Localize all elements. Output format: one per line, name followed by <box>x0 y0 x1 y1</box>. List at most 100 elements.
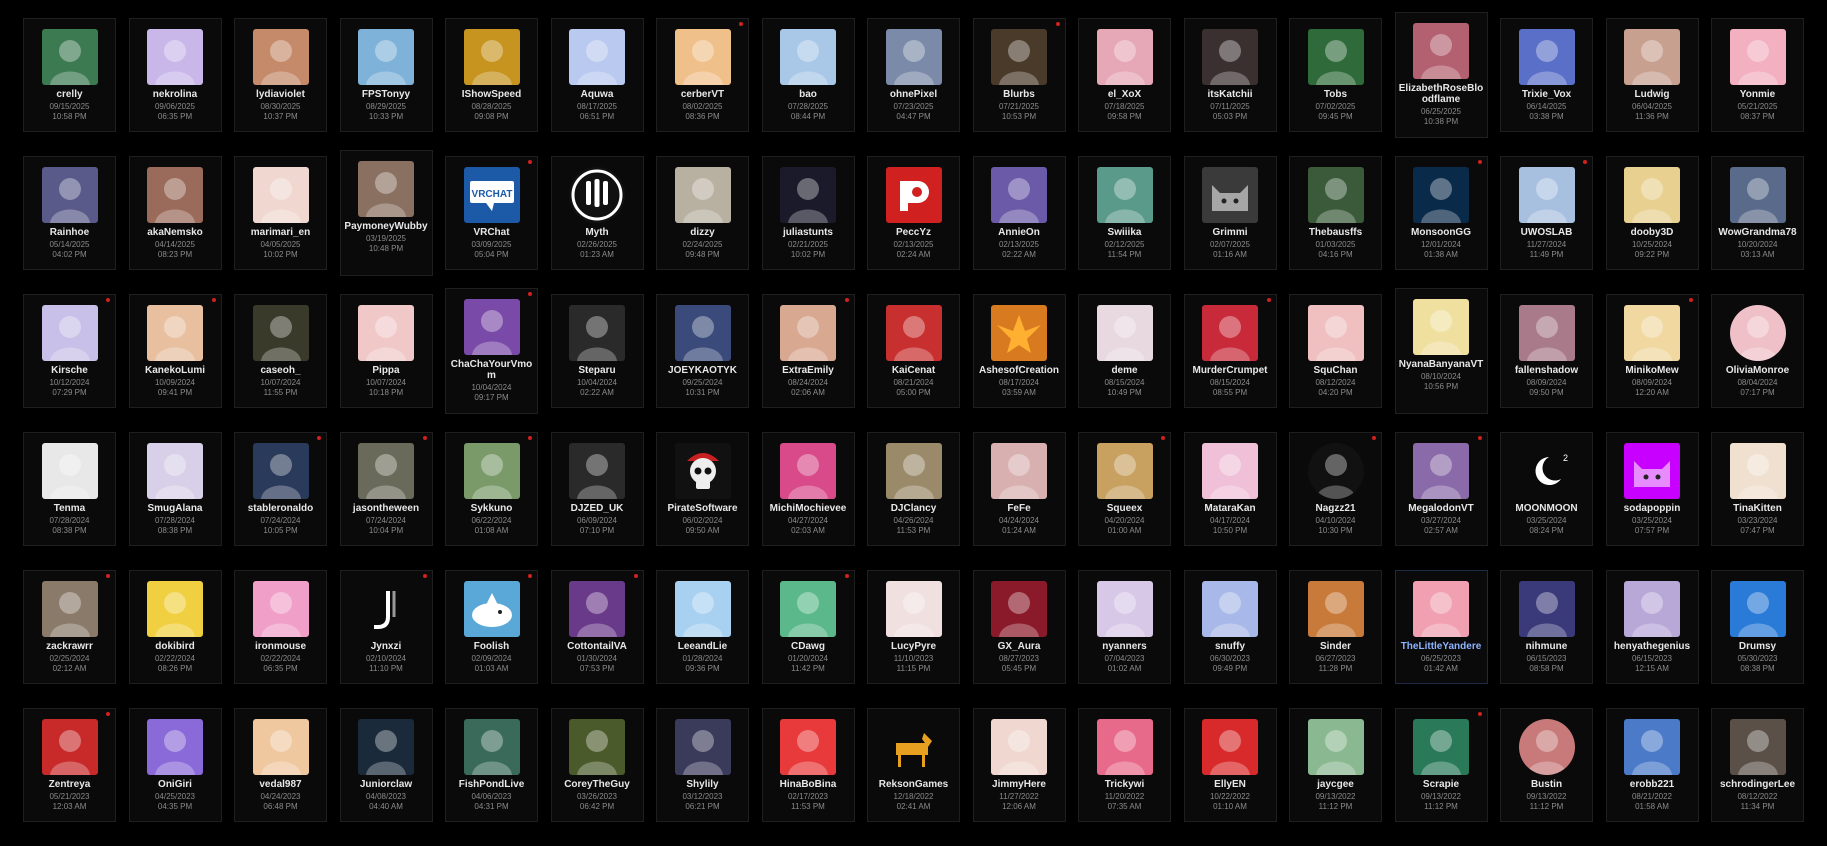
channel-avatar[interactable] <box>780 167 836 223</box>
channel-avatar[interactable] <box>252 719 309 775</box>
channel-card[interactable]: Sykkuno 06/22/2024 01:08 AM <box>445 432 538 546</box>
channel-name[interactable]: Myth <box>553 227 641 238</box>
channel-name[interactable]: IShowSpeed <box>448 89 536 100</box>
channel-name[interactable]: ExtraEmily <box>764 365 852 376</box>
channel-avatar[interactable] <box>1096 443 1153 499</box>
channel-card[interactable]: lydiaviolet 08/30/2025 10:37 PM <box>234 18 327 132</box>
channel-card[interactable]: MegalodonVT 03/27/2024 02:57 AM <box>1394 432 1488 546</box>
channel-card[interactable]: itsKatchii 07/11/2025 05:03 PM <box>1183 18 1277 132</box>
channel-name[interactable]: Kirsche <box>26 365 114 376</box>
channel-name[interactable]: GX_Aura <box>975 641 1063 652</box>
channel-card[interactable]: sodapoppin 03/25/2024 07:57 PM <box>1605 432 1699 546</box>
channel-name[interactable]: FishPondLive <box>448 779 536 790</box>
channel-avatar[interactable] <box>147 305 203 361</box>
channel-avatar[interactable] <box>569 581 625 637</box>
channel-name[interactable]: JOEYKAOTYK <box>659 365 747 376</box>
channel-name[interactable]: MurderCrumpet <box>1186 365 1274 376</box>
channel-avatar[interactable] <box>252 305 309 361</box>
channel-name[interactable]: OliviaMonroe <box>1714 365 1802 376</box>
channel-card[interactable]: Tobs 07/02/2025 09:45 PM <box>1289 18 1382 132</box>
channel-card[interactable]: Trickywi 11/20/2022 07:35 AM <box>1078 708 1171 822</box>
channel-name[interactable]: vedal987 <box>237 779 325 790</box>
channel-card[interactable]: ohnePixel 07/23/2025 04:47 PM <box>867 18 960 132</box>
channel-name[interactable]: PeccYz <box>870 227 958 238</box>
channel-name[interactable]: sodapoppin <box>1608 503 1696 514</box>
channel-avatar[interactable] <box>1413 443 1469 499</box>
channel-card[interactable]: ReksonGames 12/18/2022 02:41 AM <box>867 708 960 822</box>
channel-name[interactable]: ohnePixel <box>870 89 958 100</box>
channel-card[interactable]: OliviaMonroe 08/04/2024 07:17 PM <box>1711 294 1804 408</box>
channel-avatar[interactable] <box>569 305 625 361</box>
channel-avatar[interactable] <box>1202 29 1258 85</box>
channel-name[interactable]: Foolish <box>448 641 536 652</box>
channel-avatar[interactable] <box>885 443 942 499</box>
channel-name[interactable]: ironmouse <box>237 641 325 652</box>
channel-card[interactable]: Blurbs 07/21/2025 10:53 PM <box>972 18 1066 132</box>
channel-avatar[interactable] <box>41 581 98 637</box>
channel-avatar[interactable] <box>991 29 1047 85</box>
channel-name[interactable]: MOONMOON <box>1503 503 1591 514</box>
channel-name[interactable]: LeeandLie <box>659 641 747 652</box>
channel-card[interactable]: jaycgee 09/13/2022 11:12 PM <box>1289 708 1382 822</box>
channel-name[interactable]: Drumsy <box>1714 641 1802 652</box>
channel-avatar[interactable] <box>1624 167 1680 223</box>
channel-avatar[interactable] <box>147 719 203 775</box>
channel-avatar[interactable] <box>885 305 942 361</box>
channel-name[interactable]: PirateSoftware <box>659 503 747 514</box>
channel-name[interactable]: Nagzz21 <box>1292 503 1380 514</box>
channel-name[interactable]: VRChat <box>448 227 536 238</box>
channel-card[interactable]: MinikoMew 08/09/2024 12:20 AM <box>1605 294 1699 408</box>
channel-name[interactable]: schrodingerLee <box>1714 779 1802 790</box>
channel-card[interactable]: nekrolina 09/06/2025 06:35 PM <box>128 18 222 132</box>
channel-card[interactable]: el_XoX 07/18/2025 09:58 PM <box>1078 18 1171 132</box>
channel-name[interactable]: Sinder <box>1292 641 1380 652</box>
channel-card[interactable]: NyanaBanyanaVT 08/10/2024 10:56 PM <box>1394 288 1488 414</box>
channel-name[interactable]: HinaBoBina <box>764 779 852 790</box>
channel-avatar[interactable] <box>991 443 1047 499</box>
channel-avatar[interactable] <box>1307 719 1364 775</box>
channel-avatar[interactable] <box>885 29 942 85</box>
channel-card[interactable]: MataraKan 04/17/2024 10:50 PM <box>1183 432 1277 546</box>
channel-card[interactable]: Scrapie 09/13/2022 11:12 PM <box>1394 708 1488 822</box>
channel-avatar[interactable] <box>463 443 520 499</box>
channel-card[interactable]: Jynxzi 02/10/2024 11:10 PM <box>339 570 433 684</box>
channel-name[interactable]: Swiiika <box>1081 227 1169 238</box>
shark-icon[interactable] <box>463 581 520 637</box>
channel-card[interactable]: caseoh_ 10/07/2024 11:55 PM <box>234 294 327 408</box>
channel-avatar[interactable] <box>358 29 414 85</box>
channel-name[interactable]: Sykkuno <box>448 503 536 514</box>
channel-card[interactable]: Shylily 03/12/2023 06:21 PM <box>656 708 749 822</box>
channel-card[interactable]: CottontailVA 01/30/2024 07:53 PM <box>550 570 644 684</box>
channel-name[interactable]: cerberVT <box>659 89 747 100</box>
channel-name[interactable]: FPSTonyy <box>342 89 430 100</box>
phoenix-logo-icon[interactable] <box>991 305 1047 361</box>
channel-avatar[interactable] <box>147 581 203 637</box>
channel-card[interactable]: TinaKitten 03/23/2024 07:47 PM <box>1711 432 1804 546</box>
channel-name[interactable]: stableronaldo <box>237 503 325 514</box>
channel-card[interactable]: 2 MOONMOON 03/25/2024 08:24 PM <box>1500 432 1593 546</box>
channel-name[interactable]: OniGiri <box>131 779 219 790</box>
channel-card[interactable]: VRCHAT VRChat 03/09/2025 05:04 PM <box>445 156 538 270</box>
channel-name[interactable]: jasontheween <box>342 503 430 514</box>
channel-name[interactable]: MinikoMew <box>1608 365 1696 376</box>
channel-card[interactable]: FeFe 04/24/2024 01:24 AM <box>972 432 1066 546</box>
channel-name[interactable]: Tenma <box>26 503 114 514</box>
channel-card[interactable]: Grimmi 02/07/2025 01:16 AM <box>1183 156 1277 270</box>
channel-name[interactable]: TinaKitten <box>1714 503 1802 514</box>
p-logo-icon[interactable] <box>885 167 942 223</box>
channel-name[interactable]: DJClancy <box>870 503 958 514</box>
channel-avatar[interactable] <box>1307 167 1364 223</box>
channel-avatar[interactable] <box>1518 581 1575 637</box>
channel-name[interactable]: itsKatchii <box>1186 89 1274 100</box>
channel-card[interactable]: Kirsche 10/12/2024 07:29 PM <box>23 294 116 408</box>
channel-card[interactable]: henyathegenius 06/15/2023 12:15 AM <box>1605 570 1699 684</box>
channel-avatar[interactable] <box>1202 443 1258 499</box>
channel-card[interactable]: FishPondLive 04/06/2023 04:31 PM <box>445 708 538 822</box>
channel-avatar[interactable] <box>674 305 731 361</box>
channel-avatar[interactable] <box>569 443 625 499</box>
channel-avatar[interactable] <box>41 167 98 223</box>
channel-name[interactable]: akaNemsko <box>131 227 219 238</box>
channel-name[interactable]: crelly <box>26 89 114 100</box>
channel-avatar[interactable] <box>463 719 520 775</box>
channel-card[interactable]: KaiCenat 08/21/2024 05:00 PM <box>867 294 960 408</box>
